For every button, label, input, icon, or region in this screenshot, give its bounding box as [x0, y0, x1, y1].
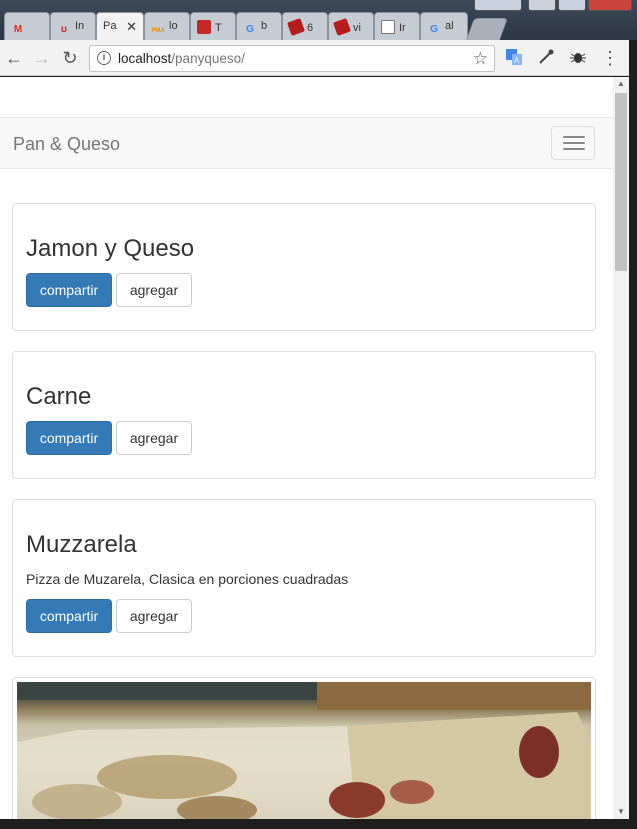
- scroll-up-icon[interactable]: ▲: [613, 77, 629, 91]
- pinterest-icon: ʊ: [60, 24, 68, 35]
- google-icon: G: [246, 24, 254, 35]
- eyedropper-extension-icon[interactable]: [536, 48, 556, 68]
- tab-phpmyadmin[interactable]: PMA lo: [144, 12, 190, 40]
- browser-toolbar: ← → ↻ i localhost/panyqueso/ ☆ A ⋮: [0, 40, 637, 76]
- tab-title: vi: [353, 22, 361, 34]
- tab-8[interactable]: vi: [328, 12, 374, 40]
- browser-menu-icon[interactable]: ⋮: [600, 48, 620, 68]
- phpmyadmin-icon: PMA: [151, 28, 165, 34]
- back-button[interactable]: ←: [2, 46, 26, 70]
- pizza-photo: [17, 682, 591, 819]
- product-image-card: [12, 677, 596, 819]
- browser-window: M ʊ In Pa ✕ PMA lo T Gb 6 vi Ir Gal ← → …: [0, 0, 637, 829]
- add-button[interactable]: agregar: [116, 273, 192, 307]
- window-extra-control[interactable]: [474, 0, 522, 11]
- address-bar[interactable]: i localhost/panyqueso/ ☆: [89, 45, 495, 72]
- tab-strip: M ʊ In Pa ✕ PMA lo T Gb 6 vi Ir Gal: [0, 0, 637, 40]
- tab-title: In: [75, 20, 85, 32]
- navbar-toggle-button[interactable]: [551, 126, 595, 160]
- navbar-brand[interactable]: Pan & Queso: [13, 134, 120, 155]
- tab-title: Pa: [103, 20, 117, 32]
- add-button[interactable]: agregar: [116, 599, 192, 633]
- tab-9[interactable]: Ir: [374, 12, 420, 40]
- product-description: Pizza de Muzarela, Clasica en porciones …: [26, 571, 349, 587]
- bookmark-star-icon[interactable]: ☆: [473, 46, 488, 71]
- hamburger-icon: [563, 136, 585, 138]
- book-icon: [333, 18, 351, 36]
- product-title: Muzzarela: [26, 531, 137, 558]
- share-button[interactable]: compartir: [26, 599, 112, 633]
- share-button[interactable]: compartir: [26, 273, 112, 307]
- page-viewport: Pan & Queso Jamon y Queso compartir agre…: [0, 77, 613, 819]
- product-card: Carne compartir agregar: [12, 351, 596, 479]
- book-icon: [287, 18, 305, 36]
- url-host: localhost: [118, 51, 172, 66]
- tab-gmail[interactable]: M: [4, 12, 50, 40]
- translate-extension-icon[interactable]: A: [504, 48, 524, 68]
- site-info-icon[interactable]: i: [97, 51, 111, 65]
- forward-button[interactable]: →: [30, 46, 54, 70]
- svg-text:A: A: [514, 56, 520, 65]
- scrollbar-thumb[interactable]: [615, 93, 627, 271]
- add-button[interactable]: agregar: [116, 421, 192, 455]
- new-tab-button[interactable]: [465, 18, 509, 40]
- site-navbar: Pan & Queso: [0, 117, 613, 169]
- tab-title: lo: [169, 20, 178, 32]
- tab-title: al: [445, 20, 454, 32]
- google-icon: G: [430, 24, 438, 35]
- reload-button[interactable]: ↻: [58, 46, 82, 70]
- product-title: Carne: [26, 383, 92, 410]
- window-border: [629, 40, 637, 829]
- tab-title: 6: [307, 22, 314, 34]
- app-icon: [197, 20, 211, 34]
- minimize-button[interactable]: [528, 0, 556, 11]
- document-icon: [381, 20, 395, 34]
- tab-5[interactable]: T: [190, 12, 236, 40]
- share-button[interactable]: compartir: [26, 421, 112, 455]
- close-tab-icon[interactable]: ✕: [126, 19, 137, 35]
- tab-panyqueso[interactable]: Pa ✕: [96, 12, 144, 40]
- tab-title: Ir: [399, 22, 406, 34]
- tab-title: T: [215, 22, 222, 34]
- page-scrollbar[interactable]: ▲ ▼: [613, 77, 629, 819]
- url-path: /panyqueso/: [171, 51, 245, 66]
- product-title: Jamon y Queso: [26, 235, 195, 262]
- window-border-bottom: [0, 819, 637, 829]
- tab-google-2[interactable]: Gal: [420, 12, 468, 40]
- close-window-button[interactable]: [588, 0, 632, 11]
- tab-title: b: [261, 20, 268, 32]
- product-card: Muzzarela Pizza de Muzarela, Clasica en …: [12, 499, 596, 657]
- tab-7[interactable]: 6: [282, 12, 328, 40]
- product-card: Jamon y Queso compartir agregar: [12, 203, 596, 331]
- tab-2[interactable]: ʊ In: [50, 12, 96, 40]
- gmail-icon: M: [13, 24, 23, 35]
- maximize-button[interactable]: [558, 0, 586, 11]
- scroll-down-icon[interactable]: ▼: [613, 805, 629, 819]
- tab-google-1[interactable]: Gb: [236, 12, 282, 40]
- bug-extension-icon[interactable]: [568, 48, 588, 68]
